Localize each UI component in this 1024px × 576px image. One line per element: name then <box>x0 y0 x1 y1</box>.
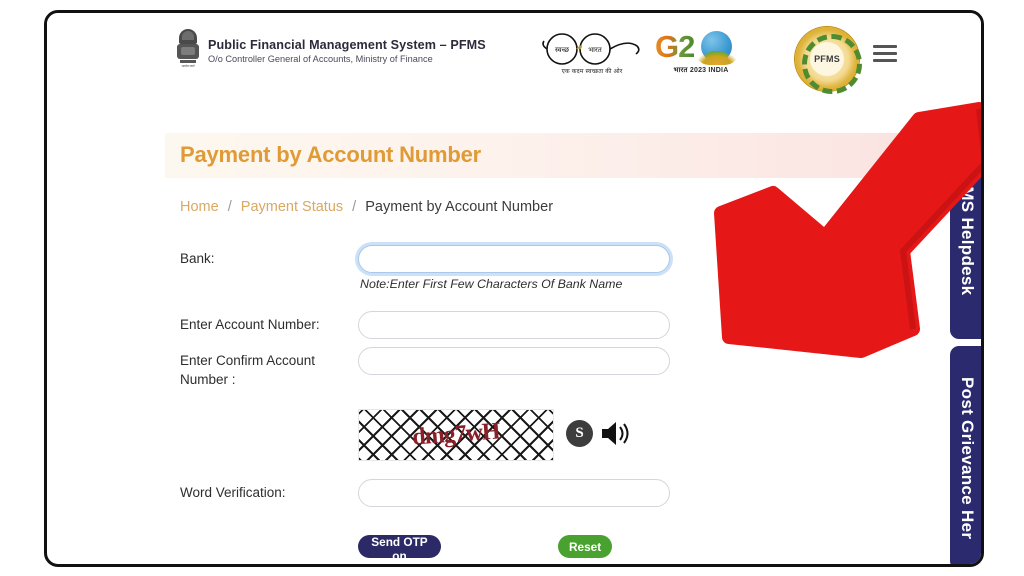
svg-text:स्वच्छ: स्वच्छ <box>555 46 570 54</box>
breadcrumb-home-link[interactable]: Home <box>180 199 219 215</box>
account-number-input[interactable] <box>358 311 670 339</box>
breadcrumb: Home / Payment Status / Payment by Accou… <box>180 199 553 215</box>
breadcrumb-separator-2: / <box>352 199 357 215</box>
speaker-icon[interactable] <box>600 419 634 448</box>
swachh-tagline: एक कदम स्वच्छता की ओर <box>561 69 623 75</box>
g20-logo: G2 भारत 2023 INDIA <box>655 29 747 83</box>
svg-text:भारत: भारत <box>588 46 603 54</box>
captcha-image: dmg7wH <box>358 409 554 461</box>
org-subtitle: O/o Controller General of Accounts, Mini… <box>208 54 433 64</box>
g20-lotus-icon <box>695 51 739 65</box>
send-otp-button[interactable]: Send OTP on Registered Mobile No <box>358 535 441 564</box>
confirm-account-number-input[interactable] <box>358 347 670 375</box>
g20-text: G2 <box>655 29 695 64</box>
brand-block: सत्यमेव जयते Public Financial Management… <box>177 29 486 73</box>
bank-input[interactable] <box>358 245 670 273</box>
breadcrumb-current: Payment by Account Number <box>365 199 554 215</box>
sidebar-tab-pfms-helpdesk[interactable]: PFMS Helpdesk <box>950 121 981 339</box>
breadcrumb-payment-status-link[interactable]: Payment Status <box>241 199 343 215</box>
reset-button[interactable]: Reset <box>558 535 613 558</box>
hamburger-menu-icon[interactable] <box>873 45 897 63</box>
refresh-icon[interactable] <box>566 420 593 447</box>
confirm-account-number-label: Enter Confirm Account Number : <box>180 353 316 387</box>
word-verification-input[interactable] <box>358 479 670 507</box>
word-verification-label: Word Verification: <box>180 485 286 500</box>
pfms-seal-logo: PFMS <box>795 27 862 94</box>
seal-core: PFMS <box>810 42 844 76</box>
sidebar-tab-post-grievance[interactable]: Post Grievance Her <box>950 346 981 564</box>
org-title: Public Financial Management System – PFM… <box>208 38 486 52</box>
spectacles-icon: स्वच्छ भारत <box>542 33 640 65</box>
captcha-code: dmg7wH <box>411 418 501 451</box>
page-title-band: Payment by Account Number <box>165 133 981 178</box>
swachh-bharat-logo: स्वच्छ भारत एक कदम स्वच्छता की ओर <box>537 29 647 81</box>
page-title: Payment by Account Number <box>180 142 482 167</box>
account-number-label: Enter Account Number: <box>180 317 320 332</box>
bank-note: Note:Enter First Few Characters Of Bank … <box>360 277 623 291</box>
screenshot-root: सत्यमेव जयते Public Financial Management… <box>0 0 1024 576</box>
seal-label: PFMS <box>814 54 840 64</box>
g20-subtitle: भारत 2023 INDIA <box>673 67 729 74</box>
brand-text: Public Financial Management System – PFM… <box>208 38 486 64</box>
breadcrumb-separator-1: / <box>227 199 232 215</box>
site-header: सत्यमेव जयते Public Financial Management… <box>47 13 981 94</box>
emblem-motto: सत्यमेव जयते <box>181 64 195 68</box>
bank-label: Bank: <box>180 251 215 266</box>
india-emblem-icon: सत्यमेव जयते <box>177 29 199 73</box>
device-frame: सत्यमेव जयते Public Financial Management… <box>44 10 984 567</box>
